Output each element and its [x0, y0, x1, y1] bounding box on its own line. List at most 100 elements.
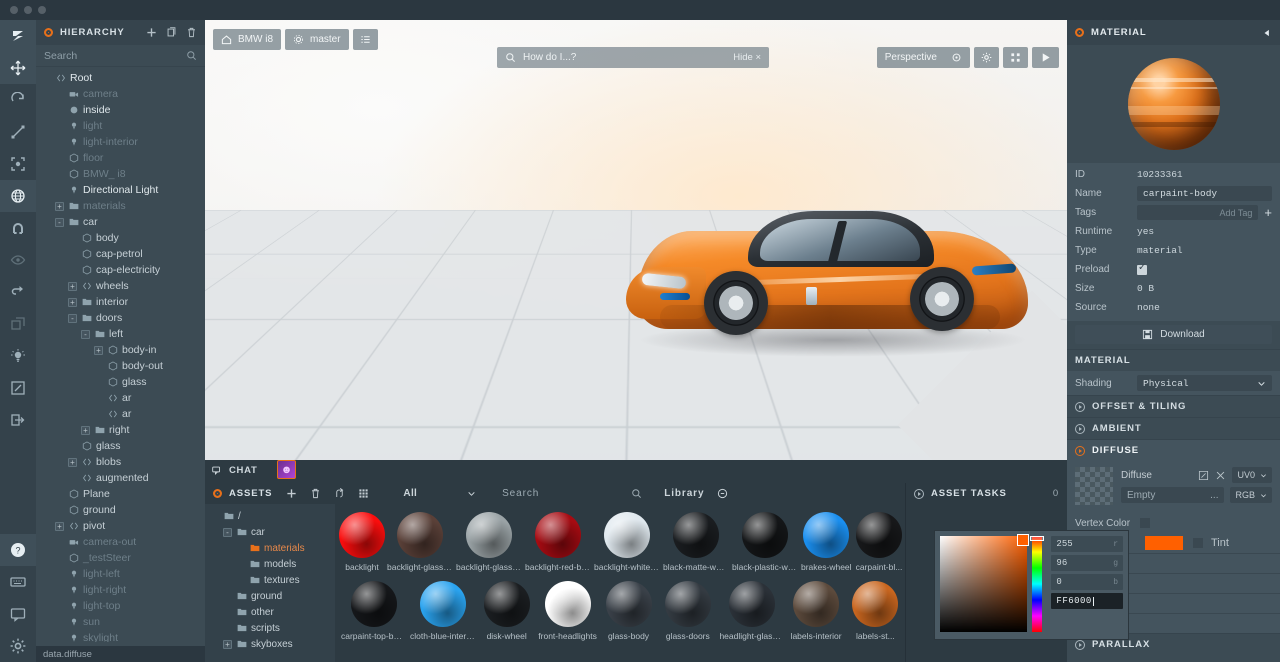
diffuse-color-swatch[interactable]: [1145, 536, 1183, 550]
hierarchy-item[interactable]: body: [36, 230, 205, 246]
material-section-toggle[interactable]: DIFFUSE: [1067, 439, 1280, 461]
hierarchy-item[interactable]: Root: [36, 70, 205, 86]
assets-filter-dropdown[interactable]: All: [403, 488, 476, 499]
viewport-settings-button[interactable]: [974, 47, 999, 68]
hierarchy-item[interactable]: +materials: [36, 198, 205, 214]
add-tag-icon[interactable]: +: [1264, 205, 1272, 220]
hierarchy-item[interactable]: augmented: [36, 470, 205, 486]
expand-toggle-icon[interactable]: +: [81, 426, 90, 435]
delete-entity-icon[interactable]: [186, 27, 197, 38]
hue-cursor[interactable]: [1030, 536, 1044, 541]
world-space-icon[interactable]: [0, 180, 36, 212]
hierarchy-item[interactable]: -car: [36, 214, 205, 230]
hierarchy-item[interactable]: +blobs: [36, 454, 205, 470]
preload-checkbox[interactable]: [1137, 265, 1147, 275]
lightbulb-icon[interactable]: [0, 340, 36, 372]
name-input[interactable]: carpaint-body: [1137, 186, 1272, 201]
focus-tool-icon[interactable]: [0, 148, 36, 180]
asset-item[interactable]: backlight-glass-b...: [385, 512, 454, 572]
flip-icon[interactable]: [0, 276, 36, 308]
asset-folder-item[interactable]: materials: [205, 540, 335, 556]
fullscreen-button[interactable]: [1003, 47, 1028, 68]
help-search-input[interactable]: How do I...? Hide ×: [497, 47, 769, 68]
expand-toggle-icon[interactable]: +: [94, 346, 103, 355]
hierarchy-item[interactable]: camera-out: [36, 534, 205, 550]
project-button[interactable]: BMW i8: [213, 29, 281, 50]
hierarchy-item[interactable]: body-out: [36, 358, 205, 374]
expand-toggle-icon[interactable]: -: [55, 218, 64, 227]
hierarchy-item[interactable]: glass: [36, 374, 205, 390]
rotate-tool-icon[interactable]: [0, 84, 36, 116]
collapse-panel-icon[interactable]: [1262, 28, 1272, 38]
uv-channel-select[interactable]: UV0: [1232, 467, 1272, 483]
hierarchy-item[interactable]: sun: [36, 614, 205, 630]
hierarchy-item[interactable]: floor: [36, 150, 205, 166]
diffuse-slot-field[interactable]: Empty ...: [1121, 487, 1224, 503]
assets-library-button[interactable]: Library: [664, 488, 728, 499]
asset-item[interactable]: cloth-blue-interior: [408, 581, 477, 641]
duplicate-entity-icon[interactable]: [166, 27, 177, 38]
color-channel-select[interactable]: RGB: [1230, 487, 1272, 503]
hierarchy-item[interactable]: light-right: [36, 582, 205, 598]
green-input[interactable]: 96 g: [1051, 555, 1123, 571]
blue-input[interactable]: 0 b: [1051, 574, 1123, 590]
hierarchy-item[interactable]: glass: [36, 438, 205, 454]
hierarchy-item[interactable]: cap-petrol: [36, 246, 205, 262]
upload-asset-icon[interactable]: [334, 488, 345, 499]
hierarchy-item[interactable]: _testSteer: [36, 550, 205, 566]
hierarchy-item[interactable]: +pivot: [36, 518, 205, 534]
tags-input[interactable]: Add Tag: [1137, 205, 1258, 220]
hierarchy-item[interactable]: inside: [36, 102, 205, 118]
hierarchy-search[interactable]: Search: [36, 45, 205, 67]
asset-folder-item[interactable]: scripts: [205, 620, 335, 636]
expand-toggle-icon[interactable]: +: [55, 522, 64, 531]
expand-toggle-icon[interactable]: +: [55, 202, 64, 211]
asset-folder-item[interactable]: textures: [205, 572, 335, 588]
hierarchy-item[interactable]: cap-electricity: [36, 262, 205, 278]
asset-folder-item[interactable]: +skyboxes: [205, 636, 335, 652]
hide-help-button[interactable]: Hide ×: [733, 52, 761, 63]
hierarchy-item[interactable]: BMW_ i8: [36, 166, 205, 182]
hierarchy-item[interactable]: light: [36, 118, 205, 134]
asset-item[interactable]: glass-body: [599, 581, 658, 641]
expand-toggle-icon[interactable]: +: [68, 298, 77, 307]
hex-input[interactable]: FF6000: [1051, 593, 1123, 609]
hierarchy-item[interactable]: -left: [36, 326, 205, 342]
car-model[interactable]: [620, 205, 1040, 365]
settings-gear-icon[interactable]: [0, 630, 36, 662]
hierarchy-item[interactable]: camera: [36, 86, 205, 102]
viewport-3d[interactable]: BMW i8 master How do I...? Hide × Perspe…: [205, 20, 1067, 460]
hierarchy-item[interactable]: light-left: [36, 566, 205, 582]
expand-toggle-icon[interactable]: -: [68, 314, 77, 323]
tint-checkbox[interactable]: [1193, 538, 1203, 548]
asset-item[interactable]: labels-interior: [786, 581, 845, 641]
asset-item[interactable]: glass-doors: [658, 581, 717, 641]
camera-mode-button[interactable]: Perspective: [877, 47, 970, 68]
hierarchy-item[interactable]: ground: [36, 502, 205, 518]
asset-item[interactable]: backlight-red-body: [523, 512, 592, 572]
hierarchy-item[interactable]: Directional Light: [36, 182, 205, 198]
grid-view-icon[interactable]: [358, 488, 369, 499]
asset-item[interactable]: front-headlights: [536, 581, 599, 641]
scene-list-button[interactable]: [353, 29, 378, 50]
collapse-toggle-icon[interactable]: [914, 489, 924, 499]
asset-folder-item[interactable]: models: [205, 556, 335, 572]
asset-folder-item[interactable]: other: [205, 604, 335, 620]
launch-button[interactable]: [1032, 47, 1059, 68]
saturation-value-area[interactable]: [940, 536, 1027, 632]
expand-toggle-icon[interactable]: +: [223, 640, 232, 649]
hierarchy-item[interactable]: light-top: [36, 598, 205, 614]
chat-tab[interactable]: CHAT: [205, 460, 273, 480]
move-tool-icon[interactable]: [0, 52, 36, 84]
asset-item[interactable]: black-matte-wheel: [661, 512, 730, 572]
color-picker-popup[interactable]: 255 r 96 g 0 b FF6000: [934, 530, 1129, 640]
eye-visibility-icon[interactable]: [0, 244, 36, 276]
asset-item[interactable]: backlight-white-b...: [592, 512, 661, 572]
red-input[interactable]: 255 r: [1051, 536, 1123, 552]
download-button[interactable]: Download: [1075, 325, 1272, 344]
hierarchy-item[interactable]: Plane: [36, 486, 205, 502]
expand-toggle-icon[interactable]: +: [68, 282, 77, 291]
hierarchy-item[interactable]: +interior: [36, 294, 205, 310]
diffuse-texture-thumb[interactable]: [1075, 467, 1113, 505]
material-section-toggle[interactable]: OFFSET & TILING: [1067, 395, 1280, 417]
